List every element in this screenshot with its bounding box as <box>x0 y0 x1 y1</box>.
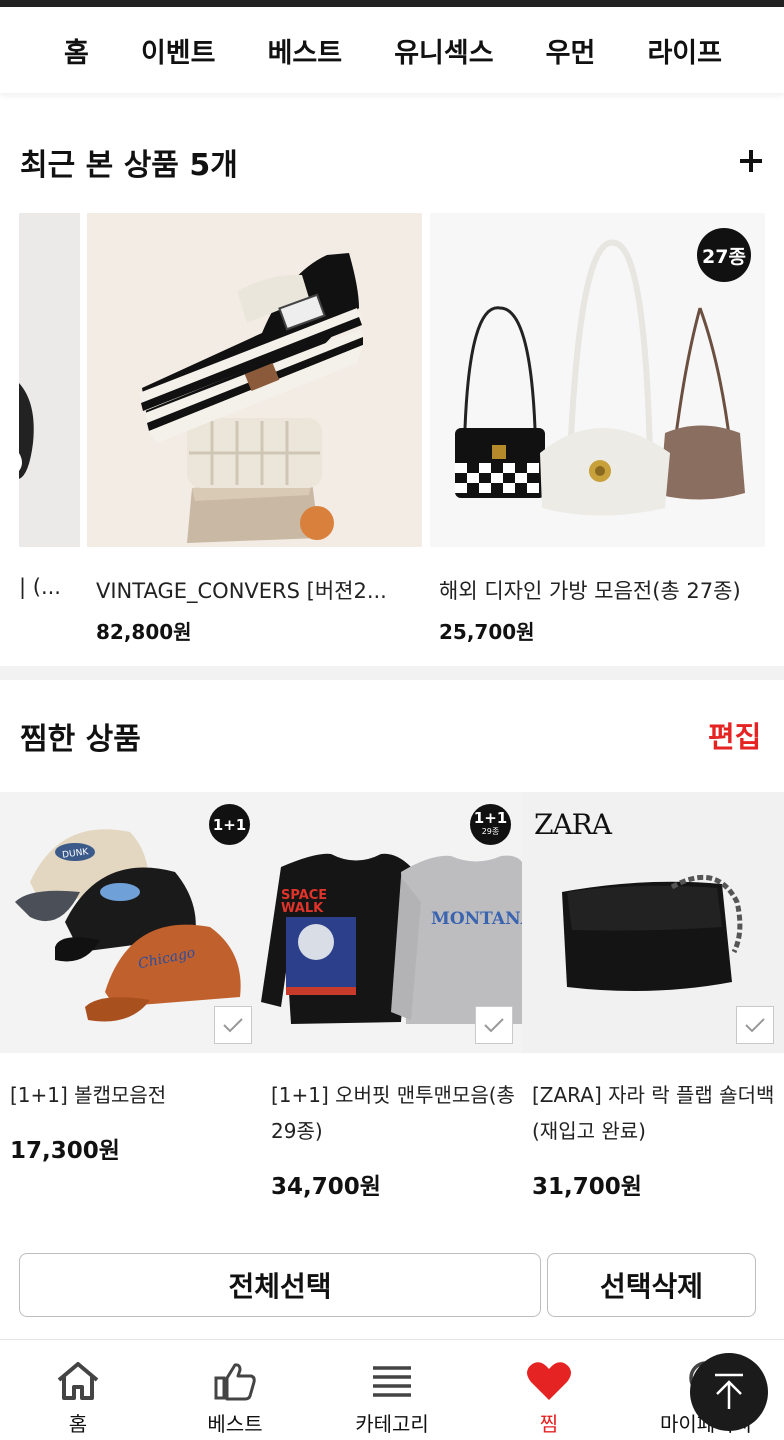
recent-product-image[interactable] <box>87 213 422 547</box>
recent-product-price: 25,700원 <box>439 620 535 644</box>
bottom-nav-label: 카테고리 <box>355 1412 429 1436</box>
nav-item-women[interactable]: 우먼 <box>546 31 596 70</box>
recent-section-title: 최근 본 상품 5개 <box>20 148 238 183</box>
select-all-button[interactable]: 전체선택 <box>19 1253 541 1317</box>
bottom-nav-category[interactable]: 카테고리 <box>314 1340 470 1440</box>
bottom-nav-best[interactable]: 베스트 <box>157 1340 313 1440</box>
wishlist-product-name[interactable]: [1+1] 오버핏 맨투맨모음(총 29종) <box>271 1077 519 1149</box>
recent-product-image[interactable] <box>19 213 80 547</box>
select-checkbox[interactable] <box>214 1006 252 1044</box>
wishlist-product-price: 31,700원 <box>532 1174 642 1200</box>
promo-badge: 1+1 <box>209 804 250 845</box>
check-icon <box>484 1018 504 1033</box>
home-icon <box>55 1358 101 1404</box>
select-checkbox[interactable] <box>736 1006 774 1044</box>
bottom-nav-label: 홈 <box>68 1412 88 1436</box>
expand-plus-icon[interactable] <box>738 148 764 174</box>
bottom-nav-wishlist[interactable]: 찜 <box>471 1340 627 1440</box>
sweatshirt-print-line2: WALK <box>281 901 324 916</box>
section-divider <box>0 666 784 680</box>
check-icon <box>223 1018 243 1033</box>
bottom-nav-label: 찜 <box>539 1412 559 1436</box>
variant-count-badge: 27종 <box>697 228 751 282</box>
select-checkbox[interactable] <box>475 1006 513 1044</box>
bottom-nav: 홈 베스트 카테고리 찜 마이페이지 <box>0 1339 784 1440</box>
promo-badge-main: 1+1 <box>473 808 508 827</box>
nav-item-unisex[interactable]: 유니섹스 <box>394 31 493 70</box>
bottom-nav-home[interactable]: 홈 <box>0 1340 156 1440</box>
wishlist-product-name[interactable]: [1+1] 볼캡모음전 <box>10 1077 258 1113</box>
wishlist-product-price: 34,700원 <box>271 1174 381 1200</box>
nav-item-life[interactable]: 라이프 <box>647 31 722 70</box>
recent-product-price: 82,800원 <box>96 620 192 644</box>
recent-product-name[interactable]: VINTAGE_CONVERS [버젼2... <box>96 575 416 605</box>
promo-badge-sub: 29종 <box>481 826 500 836</box>
scroll-to-top-button[interactable] <box>690 1353 768 1431</box>
heart-icon <box>526 1358 572 1404</box>
recent-product-name[interactable]: | (... <box>19 575 79 599</box>
edit-button[interactable]: 편집 <box>708 714 761 756</box>
nav-item-home[interactable]: 홈 <box>64 31 89 70</box>
nav-item-best[interactable]: 베스트 <box>268 31 343 70</box>
arrow-up-icon <box>715 1373 743 1409</box>
wishlist-product-name[interactable]: [ZARA] 자라 락 플랩 숄더백 (재입고 완료) <box>532 1077 780 1149</box>
menu-icon <box>372 1358 412 1404</box>
brand-logo: ZARA <box>534 808 613 841</box>
wishlist-product-price: 17,300원 <box>10 1138 120 1164</box>
promo-badge: 1+1 29종 <box>470 804 511 845</box>
check-icon <box>745 1018 765 1033</box>
recent-product-name[interactable]: 해외 디자인 가방 모음전(총 27종) <box>439 575 769 605</box>
top-border <box>0 0 784 7</box>
delete-selected-button[interactable]: 선택삭제 <box>547 1253 756 1317</box>
thumbs-up-icon <box>213 1358 257 1404</box>
top-nav: 홈 이벤트 베스트 유니섹스 우먼 라이프 <box>0 7 784 93</box>
wishlist-section-title: 찜한 상품 <box>20 722 141 757</box>
nav-item-event[interactable]: 이벤트 <box>141 31 216 70</box>
bottom-nav-label: 베스트 <box>207 1412 263 1436</box>
sweatshirt-print-line3: MONTANA <box>431 909 522 929</box>
